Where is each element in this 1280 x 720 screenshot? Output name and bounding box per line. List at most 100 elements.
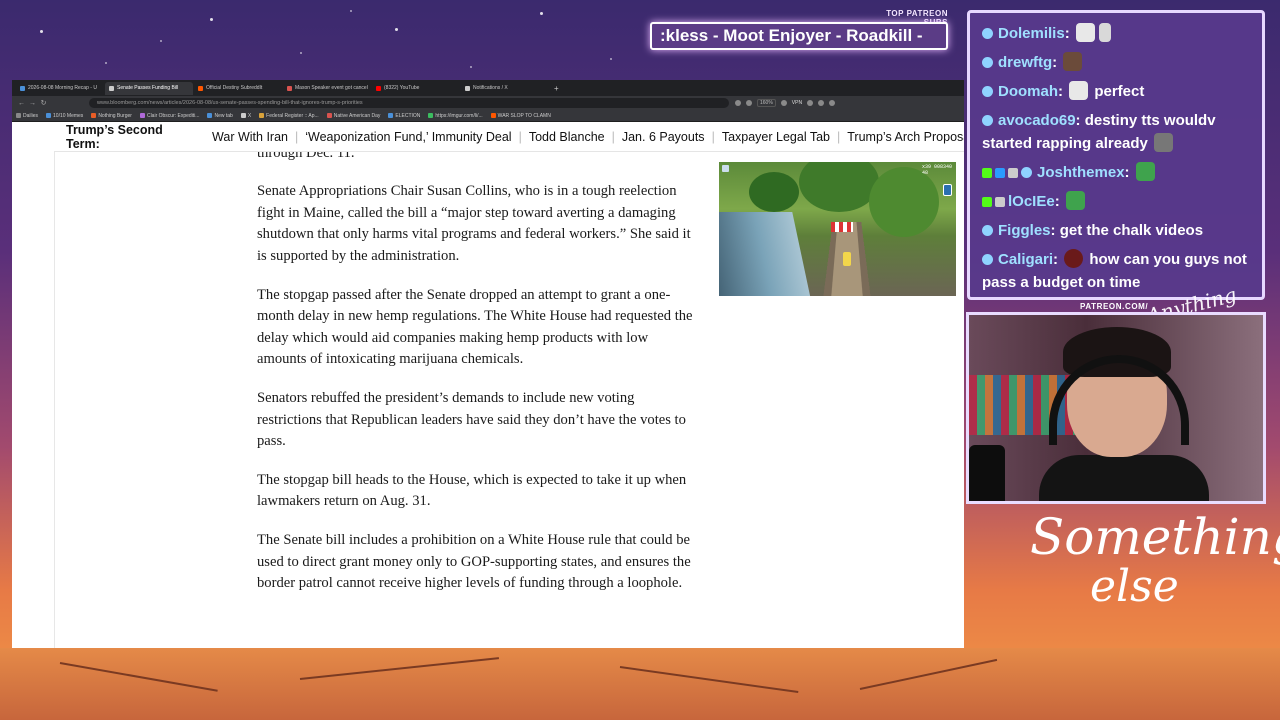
browser-tab[interactable]: 2026-08-08 Morning Recap - U <box>16 82 104 95</box>
topic-link[interactable]: ‘Weaponization Fund,’ Immunity Deal <box>298 130 518 144</box>
bookmark-item[interactable]: Federal Register :: Ap... <box>259 113 319 119</box>
bookmark-item[interactable]: https://imgur.com/li/... <box>428 113 483 119</box>
bookmark-item[interactable]: WAR SLOP TO CLAMN <box>490 113 551 119</box>
tab-favicon-icon <box>109 85 114 91</box>
topic-nav-lead: Trump’s Second Term: <box>66 122 163 151</box>
tab-favicon-icon <box>465 85 470 91</box>
tab-favicon-icon <box>376 85 381 91</box>
tab-title: Official Destiny SubreddIt <box>206 85 263 91</box>
topic-link[interactable]: Todd Blanche <box>522 130 612 144</box>
sub-badge-icon <box>982 86 993 97</box>
back-icon[interactable]: ← <box>16 100 27 107</box>
article-paragraph: Senators rebuffed the president’s demand… <box>257 389 686 450</box>
bookmark-item[interactable]: ELECTION <box>388 113 420 119</box>
sub-badge-icon <box>982 225 993 236</box>
game-video-embed[interactable]: x39 008340 48 <box>719 162 956 296</box>
sub-badge-icon <box>1021 167 1032 178</box>
extension-icon[interactable] <box>818 100 825 106</box>
mod-badge-icon <box>1008 168 1018 178</box>
chat-username: Dolemilis <box>998 25 1065 42</box>
sub-badge-icon <box>982 254 993 265</box>
bookmark-item[interactable]: Dailies <box>16 113 38 119</box>
new-tab-button[interactable]: + <box>554 84 559 93</box>
runner-character <box>843 252 851 266</box>
bookmark-item[interactable]: New tab <box>207 113 233 119</box>
chat-message: Dolemilis: <box>982 19 1252 48</box>
extension-icon[interactable] <box>746 100 752 106</box>
score-readout: 008340 <box>933 164 952 170</box>
tab-title: Mason Speaker event got cancel <box>295 85 368 91</box>
emote-icon <box>1065 191 1085 210</box>
background-terrain <box>0 648 1280 720</box>
chat-username: Joshthemex <box>1037 164 1125 181</box>
sub-badge-icon <box>982 57 993 68</box>
chat-message: lOcIEe: <box>982 187 1252 216</box>
sub-badge-icon <box>982 28 993 39</box>
topic-link[interactable]: War With Iran <box>205 130 295 144</box>
topic-link[interactable]: Trump’s Arch Proposal <box>840 130 964 144</box>
browser-tab[interactable]: Mason Speaker event got cancel <box>283 82 371 95</box>
topic-nav-bar: Trump’s Second Term: War With Iran | ‘Wea… <box>54 122 964 152</box>
topic-link[interactable]: Jan. 6 Payouts <box>615 130 712 144</box>
patreon-link-label: PATREON.COM/ <box>1080 302 1149 311</box>
emote-icon <box>1154 133 1174 152</box>
bookmark-item[interactable]: Nothing Burger <box>91 113 132 119</box>
chat-username: lOcIEe <box>1008 193 1055 210</box>
zoom-indicator[interactable]: 160% <box>757 99 776 107</box>
tab-favicon-icon <box>198 85 203 91</box>
reload-icon[interactable]: ↻ <box>38 99 49 107</box>
bookmark-star-icon[interactable] <box>780 100 787 106</box>
left-gutter-divider <box>54 122 55 648</box>
chat-text: get the chalk videos <box>1059 222 1204 239</box>
bookmark-item[interactable]: 10/10 Memes <box>46 113 83 119</box>
hud-small-count: 48 <box>921 170 928 176</box>
sub-badge-icon <box>982 115 993 126</box>
tab-favicon-icon <box>20 85 25 91</box>
extension-icon[interactable] <box>807 100 814 106</box>
patreon-subs-ticker: :kless - Moot Enjoyer - Roadkill - <box>650 22 948 50</box>
emote-icon <box>1069 81 1089 100</box>
microphone-graphic <box>969 445 1005 501</box>
browser-tab[interactable]: (8322) YouTube <box>372 82 460 95</box>
chat-username: avocado69 <box>998 112 1076 129</box>
browser-tab[interactable]: Official Destiny SubreddIt <box>194 82 282 95</box>
bookmark-item[interactable]: X <box>240 113 251 119</box>
chat-username: Caligari <box>998 251 1054 268</box>
web-page: the US government running from the Oct. … <box>12 122 964 648</box>
tab-title: Notifications / X <box>473 85 508 91</box>
tab-title: Senate Passes Funding Bill <box>117 85 179 91</box>
emote-icon <box>1135 162 1155 181</box>
tab-strip: 2026-08-08 Morning Recap - U Senate Pass… <box>12 80 964 96</box>
browser-tab[interactable]: Notifications / X <box>461 82 549 95</box>
vpn-toggle[interactable]: VPN <box>792 100 802 106</box>
article-paragraph: The Senate bill includes a prohibition o… <box>257 531 691 592</box>
pause-icon[interactable] <box>722 165 729 172</box>
tab-title: 2026-08-08 Morning Recap - U <box>28 85 97 91</box>
powerup-icon <box>943 184 952 196</box>
webcam-feed <box>966 312 1266 504</box>
article-paragraph: The stopgap passed after the Senate drop… <box>257 286 693 368</box>
chat-message: Doomah: perfect <box>982 77 1252 106</box>
chat-username: Figgles <box>998 222 1051 239</box>
url-input[interactable]: www.bloomberg.com/news/articles/2026-08-… <box>89 98 729 108</box>
forward-icon[interactable]: → <box>27 100 38 107</box>
chat-text: perfect <box>1094 83 1145 100</box>
address-bar: ← → ↻ www.bloomberg.com/news/articles/20… <box>12 96 964 110</box>
mod-badge-icon <box>995 197 1005 207</box>
extension-toolbar: 160% VPN <box>735 99 836 107</box>
topic-link[interactable]: Taxpayer Legal Tab <box>715 130 837 144</box>
emote-icon <box>1064 249 1084 268</box>
bookmark-item[interactable]: Native American Day <box>326 113 380 119</box>
extension-icon[interactable] <box>735 100 741 106</box>
streamer-body <box>1039 455 1209 501</box>
tab-title: (8322) YouTube <box>384 85 420 91</box>
article-paragraph: The stopgap bill heads to the House, whi… <box>257 471 687 510</box>
bookmark-item[interactable]: Clair Obscur: Expediti... <box>139 113 199 119</box>
article-paragraph: Senate Appropriations Chair Susan Collin… <box>257 183 691 264</box>
browser-tab-active[interactable]: Senate Passes Funding Bill <box>105 81 193 95</box>
barrier-graphic <box>831 222 853 232</box>
prime-badge-icon <box>995 168 1005 178</box>
profile-icon[interactable] <box>829 100 836 106</box>
emote-icon <box>1063 52 1083 71</box>
chat-message: avocado69: destiny tts wouldv started ra… <box>982 112 1216 152</box>
